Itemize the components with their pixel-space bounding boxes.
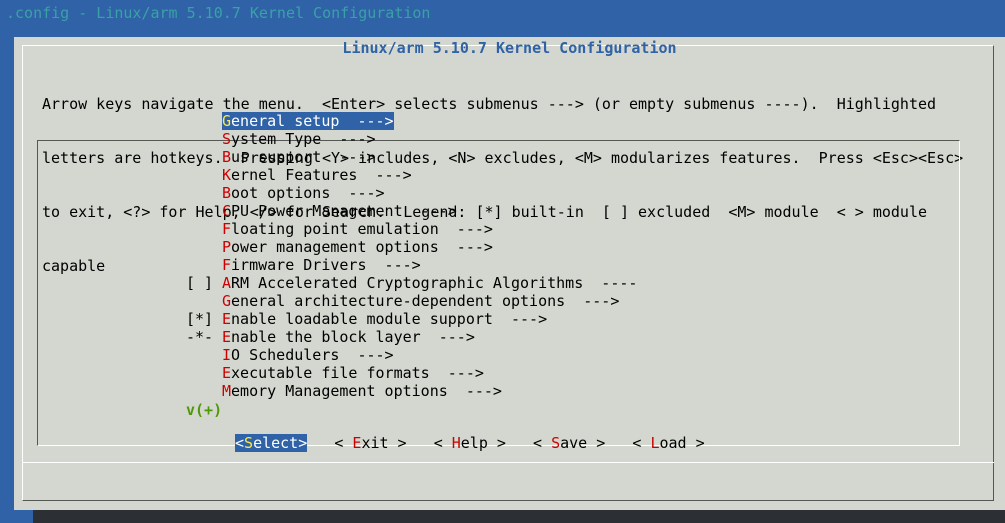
menu-item-label: Executable file formats ---> <box>222 364 484 382</box>
load-button[interactable]: < Load > <box>632 434 704 452</box>
menu-item-label: Bus support ---> <box>222 148 376 166</box>
menu-item[interactable]: Executable file formats ---> <box>186 364 637 382</box>
menu-item-label: Kernel Features ---> <box>222 166 412 184</box>
menu-item-label: Memory Management options ---> <box>222 382 502 400</box>
menu-item[interactable]: Memory Management options ---> <box>186 382 637 400</box>
more-indicator: v(+) <box>186 401 223 419</box>
button-open-bracket: < <box>533 434 552 452</box>
menu-item-hotkey: I <box>222 346 232 364</box>
menu-item-prefix: [*] <box>186 310 223 328</box>
menu-item-hotkey: E <box>222 328 232 346</box>
exit-button[interactable]: < Exit > <box>334 434 406 452</box>
menu-item-text: nable the block layer ---> <box>231 328 475 346</box>
menu-item-label: Enable the block layer ---> <box>222 328 475 346</box>
button-hotkey: S <box>551 434 561 452</box>
menu-item-label: System Type ---> <box>222 130 376 148</box>
menu-item-text: us support ---> <box>231 148 376 166</box>
button-hotkey: H <box>451 434 461 452</box>
menu-item-prefix: [ ] <box>186 274 223 292</box>
menu-item-hotkey: B <box>222 184 232 202</box>
menu-item-label: General architecture-dependent options -… <box>222 292 619 310</box>
menu-item-hotkey: G <box>222 292 232 310</box>
menu-item[interactable]: Firmware Drivers ---> <box>186 256 637 274</box>
menu-item-label: CPU Power Management ---> <box>222 202 457 220</box>
menu-item-hotkey: S <box>222 130 232 148</box>
menu-item-text: nable loadable module support ---> <box>231 310 548 328</box>
menu-item-text: xecutable file formats ---> <box>231 364 484 382</box>
menu-item[interactable]: -*- Enable the block layer ---> <box>186 328 637 346</box>
menu-item-label: IO Schedulers ---> <box>222 346 394 364</box>
separator <box>23 462 994 463</box>
menu-item[interactable]: [ ] ARM Accelerated Cryptographic Algori… <box>186 274 637 292</box>
menu-item[interactable]: General setup ---> <box>186 112 637 130</box>
menu-item-text: eneral architecture-dependent options --… <box>231 292 620 310</box>
menu-item-text: ernel Features ---> <box>231 166 412 184</box>
menu-item-label: Floating point emulation ---> <box>222 220 493 238</box>
button-label: oad > <box>659 434 705 452</box>
button-open-bracket: < <box>334 434 353 452</box>
terminal-title: .config - Linux/arm 5.10.7 Kernel Config… <box>6 4 431 22</box>
menu-item-hotkey: F <box>222 220 232 238</box>
menu-item-hotkey: M <box>222 382 232 400</box>
menu-item-label: Boot options ---> <box>222 184 385 202</box>
menu-item-label: Firmware Drivers ---> <box>222 256 421 274</box>
button-bar: <Select> < Exit > < Help > < Save > < Lo… <box>235 434 705 452</box>
menu-item[interactable]: IO Schedulers ---> <box>186 346 637 364</box>
help-line: Arrow keys navigate the menu. <Enter> se… <box>42 95 937 113</box>
menu-item-hotkey: P <box>222 238 232 256</box>
button-open-bracket: < <box>632 434 651 452</box>
menu-item-hotkey: K <box>222 166 232 184</box>
menu-item[interactable]: System Type ---> <box>186 130 637 148</box>
menu-item-text: loating point emulation ---> <box>231 220 493 238</box>
menu-item-hotkey: E <box>222 310 232 328</box>
menu-item-text: eneral setup ---> <box>231 112 394 130</box>
menu-item-hotkey: A <box>222 274 232 292</box>
menu-item[interactable]: Kernel Features ---> <box>186 166 637 184</box>
menu-item-label: Enable loadable module support ---> <box>222 310 547 328</box>
button-hotkey: S <box>244 434 254 452</box>
menu-item[interactable]: General architecture-dependent options -… <box>186 292 637 310</box>
menu-item[interactable]: [*] Enable loadable module support ---> <box>186 310 637 328</box>
menu-list: General setup ---> System Type ---> Bus su… <box>186 112 637 400</box>
menu-item-hotkey: F <box>222 256 232 274</box>
button-label: ave > <box>560 434 606 452</box>
dialog-title: Linux/arm 5.10.7 Kernel Configuration <box>342 39 677 57</box>
button-open-bracket: < <box>235 434 245 452</box>
button-open-bracket: < <box>433 434 452 452</box>
menu-item-hotkey: B <box>222 148 232 166</box>
menu-item[interactable]: Floating point emulation ---> <box>186 220 637 238</box>
menu-item-label: General setup ---> <box>222 112 394 130</box>
menu-item-label: ARM Accelerated Cryptographic Algorithms… <box>222 274 637 292</box>
menu-item-hotkey: E <box>222 364 232 382</box>
help-button[interactable]: < Help > <box>434 434 506 452</box>
save-button[interactable]: < Save > <box>533 434 605 452</box>
menu-item-text: PU Power Management ---> <box>231 202 457 220</box>
menu-item-prefix: -*- <box>186 328 223 346</box>
menu-item[interactable]: Boot options ---> <box>186 184 637 202</box>
menu-item[interactable]: Power management options ---> <box>186 238 637 256</box>
button-label: xit > <box>361 434 407 452</box>
menu-item[interactable]: Bus support ---> <box>186 148 637 166</box>
button-label: elect> <box>253 434 308 452</box>
menu-item-text: RM Accelerated Cryptographic Algorithms … <box>231 274 638 292</box>
menu-item[interactable]: CPU Power Management ---> <box>186 202 637 220</box>
menu-item-text: emory Management options ---> <box>231 382 502 400</box>
menu-item-label: Power management options ---> <box>222 238 493 256</box>
menu-item-hotkey: G <box>222 112 232 130</box>
menu-item-text: oot options ---> <box>231 184 385 202</box>
terminal-bottom-band <box>33 510 1005 523</box>
menu-item-text: ystem Type ---> <box>231 130 376 148</box>
menu-item-hotkey: C <box>222 202 232 220</box>
select-button[interactable]: <Select> <box>235 434 308 452</box>
menu-item-text: irmware Drivers ---> <box>231 256 421 274</box>
menu-item-text: ower management options ---> <box>231 238 493 256</box>
menu-item-text: O Schedulers ---> <box>231 346 394 364</box>
button-label: elp > <box>460 434 506 452</box>
